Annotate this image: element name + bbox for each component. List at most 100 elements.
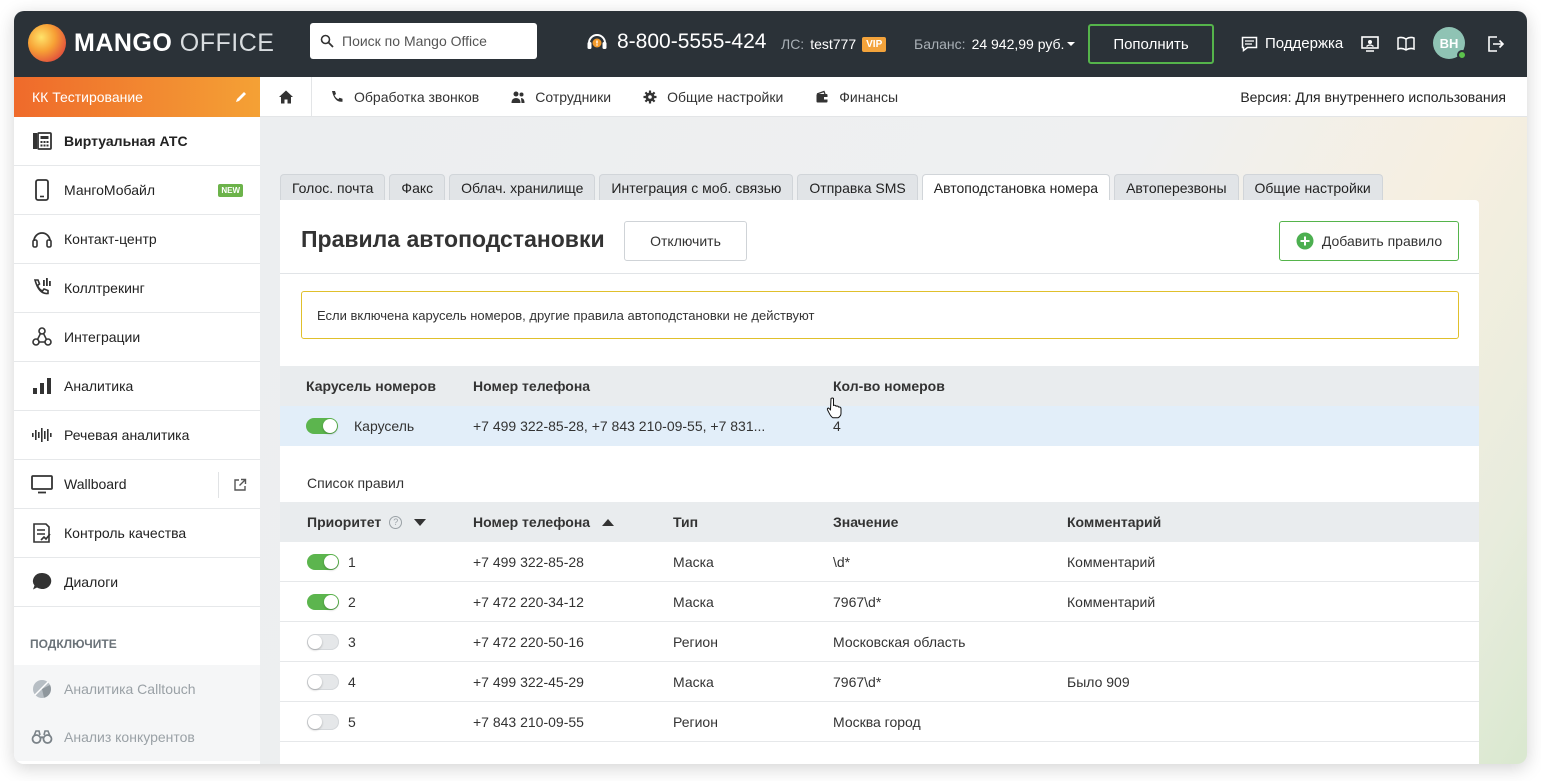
sidebar-item-analytics[interactable]: Аналитика <box>14 362 260 411</box>
calltouch-icon <box>33 680 51 698</box>
nav-employees[interactable]: Сотрудники <box>511 89 611 105</box>
tab-mobile-integration[interactable]: Интеграция с моб. связью <box>599 174 794 200</box>
nav-call-processing[interactable]: Обработка звонков <box>330 89 479 105</box>
sidebar-item-speech-analytics[interactable]: Речевая аналитика <box>14 411 260 460</box>
topup-button[interactable]: Пополнить <box>1088 24 1214 64</box>
tab-send-sms[interactable]: Отправка SMS <box>797 174 918 200</box>
sidebar-item-dialogs[interactable]: Диалоги <box>14 558 260 607</box>
rule-phone: +7 499 322-45-29 <box>473 674 584 690</box>
dialog-icon <box>32 572 52 590</box>
rule-toggle[interactable] <box>307 634 339 650</box>
pbx-icon <box>33 132 52 150</box>
sidebar-item-label: Контакт-центр <box>64 231 157 247</box>
monitor-icon <box>31 475 53 494</box>
version-label: Версия: Для внутреннего использования <box>1240 89 1506 105</box>
column-header-value[interactable]: Значение <box>833 502 898 542</box>
app-window: MANGO OFFICE 8-800-5555-424 ЛС: test777 … <box>14 11 1527 764</box>
project-selector[interactable]: КК Тестирование <box>14 77 260 117</box>
sidebar: КК Тестирование Виртуальная АТС МангоМоб… <box>14 77 260 764</box>
phone-icon <box>332 90 343 102</box>
rule-priority: 5 <box>348 714 356 730</box>
rule-type: Маска <box>673 554 714 570</box>
rule-value: 7967\d* <box>833 674 882 690</box>
new-badge: NEW <box>218 184 243 197</box>
rule-toggle[interactable] <box>307 594 339 610</box>
column-header-type[interactable]: Тип <box>673 502 698 542</box>
connect-item-competitor-analysis[interactable]: Анализ конкурентов <box>14 713 260 761</box>
column-header-comment[interactable]: Комментарий <box>1067 502 1161 542</box>
nav-label: Общие настройки <box>667 88 784 105</box>
vip-badge: VIP <box>862 36 887 52</box>
sidebar-item-calltracking[interactable]: Коллтрекинг <box>14 264 260 313</box>
integrations-icon <box>32 327 52 346</box>
nav-general-settings[interactable]: Общие настройки <box>643 89 783 105</box>
book-icon[interactable] <box>1396 34 1416 54</box>
nav-finance[interactable]: Финансы <box>815 89 898 105</box>
binoculars-icon <box>31 730 53 744</box>
carousel-toggle[interactable] <box>306 418 338 434</box>
search-input[interactable] <box>342 33 522 49</box>
mango-office-logo[interactable]: MANGO OFFICE <box>28 24 274 62</box>
table-row[interactable]: 1 +7 499 322-85-28 Маска \d* Комментарий <box>280 542 1479 582</box>
users-icon <box>511 91 525 103</box>
sidebar-item-quality-control[interactable]: Контроль качества <box>14 509 260 558</box>
warning-notice: Если включена карусель номеров, другие п… <box>301 291 1459 339</box>
sort-asc-icon[interactable] <box>602 518 615 526</box>
sidebar-item-label: Wallboard <box>64 476 127 492</box>
monitor-icon[interactable] <box>1360 34 1380 54</box>
phone-number: 8-800-5555-424 <box>617 30 767 53</box>
table-row[interactable]: 4 +7 499 322-45-29 Маска 7967\d* Было 90… <box>280 662 1479 702</box>
pencil-icon[interactable] <box>234 90 248 104</box>
column-header[interactable]: Кол-во номеров <box>833 366 945 406</box>
connect-item-label: Аналитика Calltouch <box>64 681 196 697</box>
column-header[interactable]: Карусель номеров <box>306 366 436 406</box>
sort-desc-icon[interactable] <box>414 518 427 526</box>
table-row[interactable]: 2 +7 472 220-34-12 Маска 7967\d* Коммент… <box>280 582 1479 622</box>
user-avatar[interactable]: ВН <box>1433 27 1467 60</box>
sidebar-item-wallboard[interactable]: Wallboard <box>14 460 260 509</box>
tab-cloud-storage[interactable]: Облач. хранилище <box>449 174 596 200</box>
home-button[interactable] <box>260 76 312 117</box>
sidebar-item-mangomobile[interactable]: МангоМобайл NEW <box>14 166 260 215</box>
rule-comment: Было 909 <box>1067 674 1130 690</box>
sidebar-item-virtual-pbx[interactable]: Виртуальная АТС <box>14 117 260 166</box>
rule-value: \d* <box>833 554 851 570</box>
sidebar-item-label: Диалоги <box>64 574 119 590</box>
tab-number-substitution[interactable]: Автоподстановка номера <box>921 174 1111 200</box>
top-header: MANGO OFFICE 8-800-5555-424 ЛС: test777 … <box>14 11 1527 77</box>
support-link[interactable]: Поддержка <box>1241 35 1343 52</box>
column-header-phone[interactable]: Номер телефона <box>473 502 615 542</box>
logout-icon[interactable] <box>1486 34 1506 54</box>
rule-toggle[interactable] <box>307 674 339 690</box>
rule-comment: Комментарий <box>1067 554 1156 570</box>
connect-heading: ПОДКЛЮЧИТЕ <box>30 637 117 651</box>
rule-toggle[interactable] <box>307 714 339 730</box>
bar-chart-icon <box>33 378 51 394</box>
add-rule-button[interactable]: Добавить правило <box>1279 221 1459 261</box>
sidebar-item-contact-center[interactable]: Контакт-центр <box>14 215 260 264</box>
divider <box>280 273 1479 274</box>
sidebar-item-integrations[interactable]: Интеграции <box>14 313 260 362</box>
tab-general-settings[interactable]: Общие настройки <box>1242 174 1383 200</box>
account-value: test777 <box>810 36 857 52</box>
open-external-link[interactable] <box>218 472 260 498</box>
rule-toggle[interactable] <box>307 554 339 570</box>
tab-fax[interactable]: Факс <box>389 174 446 200</box>
page-title: Правила автоподстановки <box>301 226 605 252</box>
carousel-row[interactable]: Карусель +7 499 322-85-28, +7 843 210-09… <box>280 406 1479 446</box>
search-box[interactable] <box>310 23 537 59</box>
column-header-priority[interactable]: Приоритет ? <box>307 502 427 542</box>
help-icon[interactable]: ? <box>389 515 403 529</box>
connect-item-calltouch[interactable]: Аналитика Calltouch <box>14 665 260 713</box>
balance-info[interactable]: Баланс: 24 942,99 руб. <box>914 36 1076 52</box>
tab-auto-callbacks[interactable]: Автоперезвоны <box>1114 174 1239 200</box>
tab-voicemail[interactable]: Голос. почта <box>280 174 386 200</box>
table-row[interactable]: 5 +7 843 210-09-55 Регион Москва город <box>280 702 1479 742</box>
disable-button[interactable]: Отключить <box>624 221 747 261</box>
table-row[interactable]: 3 +7 472 220-50-16 Регион Московская обл… <box>280 622 1479 662</box>
support-label: Поддержка <box>1265 35 1344 52</box>
support-phone[interactable]: 8-800-5555-424 <box>585 30 766 54</box>
chat-icon <box>1241 36 1258 52</box>
logo-ball-icon <box>28 24 66 62</box>
column-header[interactable]: Номер телефона <box>473 366 590 406</box>
